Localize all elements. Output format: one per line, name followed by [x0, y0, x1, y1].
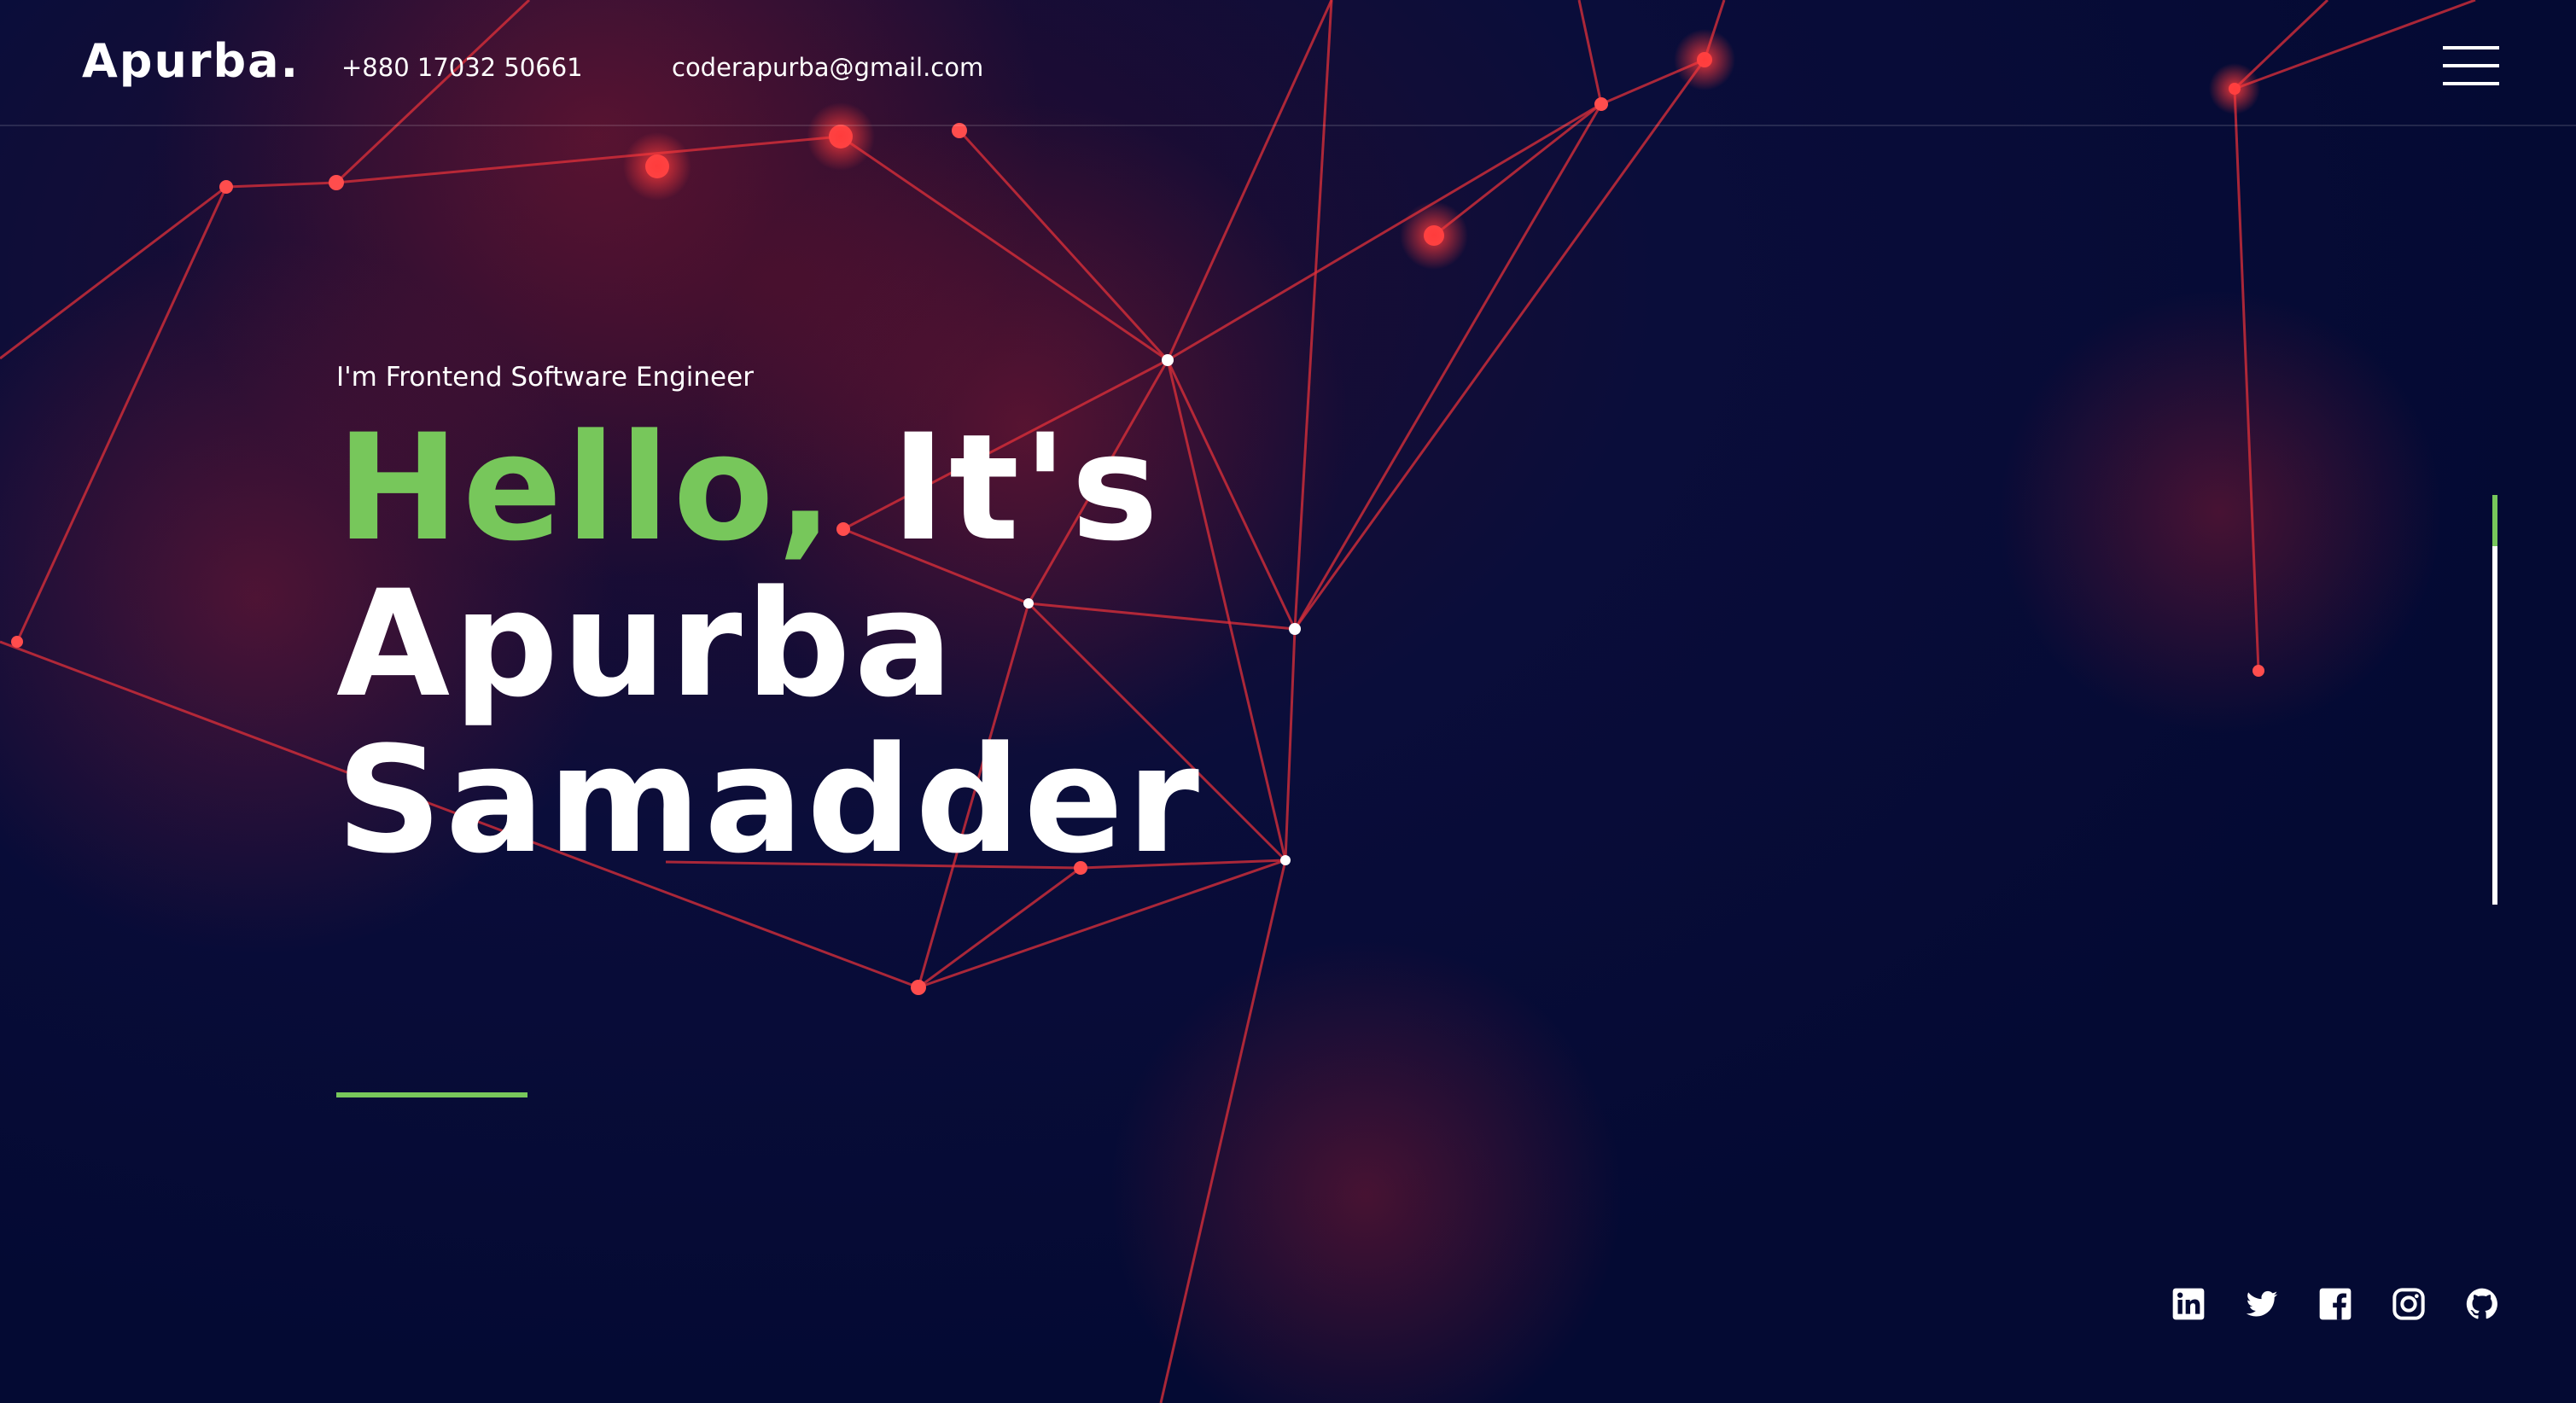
- github-icon[interactable]: [2465, 1287, 2499, 1321]
- landing-page: Apurba. +880 17032 50661 coderapurba@gma…: [0, 0, 2576, 1403]
- email-link[interactable]: coderapurba@gmail.com: [672, 53, 983, 82]
- hero-first-name: Apurba: [336, 558, 957, 730]
- scroll-indicator[interactable]: [2492, 495, 2497, 905]
- hero-accent-divider: [336, 1092, 527, 1097]
- brand-logo[interactable]: Apurba.: [82, 34, 300, 88]
- twitter-icon[interactable]: [2245, 1287, 2279, 1321]
- scroll-indicator-thumb: [2492, 495, 2497, 546]
- hero-title: Hello, It's Apurba Samadder: [336, 410, 1203, 878]
- site-header: Apurba. +880 17032 50661 coderapurba@gma…: [0, 0, 2576, 126]
- phone-link[interactable]: +880 17032 50661: [341, 53, 583, 82]
- menu-bar-bottom: [2443, 82, 2499, 85]
- hero-greeting: Hello,: [336, 402, 837, 573]
- hero-subtitle: I'm Frontend Software Engineer: [336, 362, 754, 393]
- menu-bar-middle: [2443, 64, 2499, 67]
- instagram-icon[interactable]: [2392, 1287, 2426, 1321]
- facebook-icon[interactable]: [2318, 1287, 2352, 1321]
- hero-line-1: Hello, It's: [336, 410, 1203, 566]
- hero-last-name: Samadder: [336, 714, 1203, 886]
- hero-greeting-rest: It's: [890, 402, 1163, 573]
- menu-bar-top: [2443, 46, 2499, 49]
- hamburger-menu-icon[interactable]: [2443, 46, 2499, 87]
- linkedin-icon[interactable]: [2171, 1287, 2206, 1321]
